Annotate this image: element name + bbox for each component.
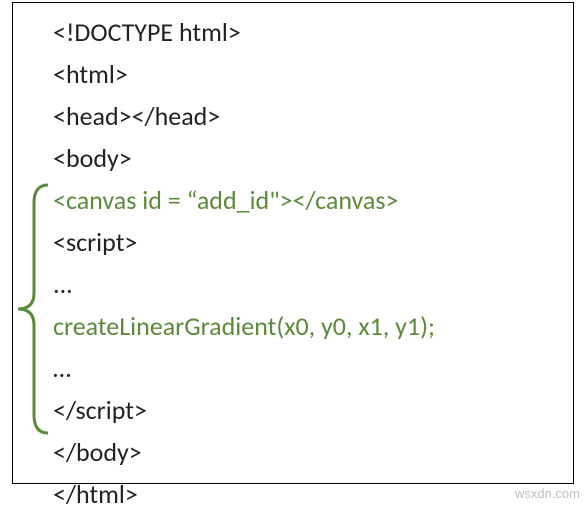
code-line-body-close: </body> <box>53 431 573 473</box>
code-line-doctype: <!DOCTYPE html> <box>53 11 573 53</box>
code-line-gradient: createLinearGradient(x0, y0, x1, y1); <box>53 305 573 347</box>
code-snippet-box: <!DOCTYPE html> <html> <head></head> <bo… <box>12 2 574 484</box>
code-line-html-close: </html> <box>53 473 573 515</box>
code-line-head: <head></head> <box>53 95 573 137</box>
code-line-canvas: <canvas id = “add_id"></canvas> <box>53 179 573 221</box>
curly-brace-icon <box>14 183 52 435</box>
code-line-ellipsis-2: … <box>53 347 573 389</box>
code-line-body-open: <body> <box>53 137 573 179</box>
code-line-html-open: <html> <box>53 53 573 95</box>
watermark-text: wsxdn.com <box>515 486 580 501</box>
code-line-script-open: <script> <box>53 221 573 263</box>
code-line-script-close: </script> <box>53 389 573 431</box>
code-line-ellipsis-1: ... <box>53 263 573 305</box>
